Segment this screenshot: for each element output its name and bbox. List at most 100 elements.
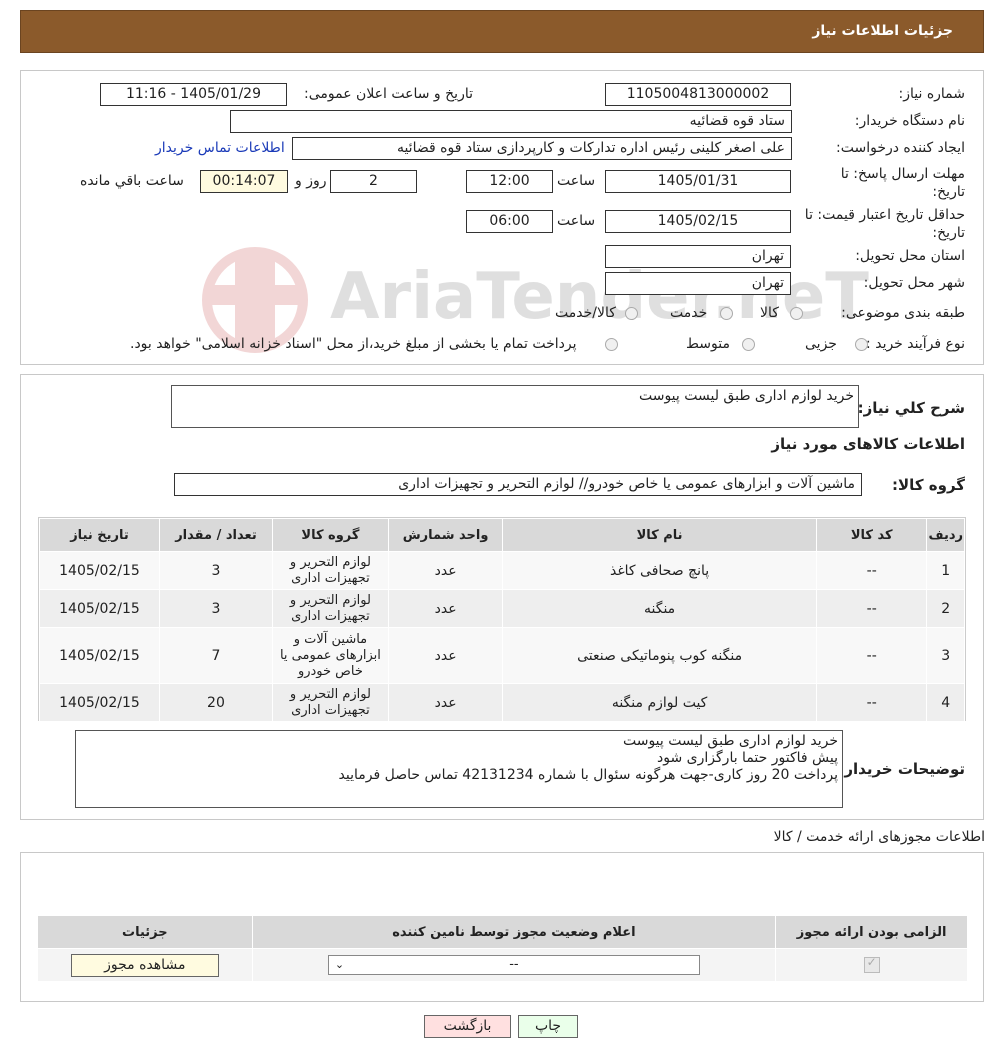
table-row: 1 -- پانچ صحافی کاغذ عدد لوازم التحریر و… bbox=[39, 551, 965, 590]
col-name: نام کالا bbox=[502, 518, 817, 552]
deadline-time-label: ساعت bbox=[557, 173, 596, 189]
cell-unit: عدد bbox=[387, 551, 504, 590]
deadline-label: مهلت ارسال پاسخ: تا تاریخ: bbox=[840, 166, 965, 200]
cell-unit: عدد bbox=[387, 683, 504, 722]
licenses-table: الزامی بودن ارائه مجوز اعلام وضعیت مجوز … bbox=[37, 915, 968, 982]
category-option-both: کالا/خدمت bbox=[555, 305, 616, 321]
licenses-title: اطلاعات مجوزهای ارائه خدمت / کالا bbox=[773, 829, 985, 845]
cell-row: 3 bbox=[926, 627, 965, 684]
category-radio-both[interactable] bbox=[625, 307, 638, 320]
cell-unit: عدد bbox=[387, 627, 504, 684]
buyer-org-field: ستاد قوه قضائیه bbox=[230, 110, 792, 133]
required-checkbox[interactable]: ✓ bbox=[863, 955, 880, 973]
chevron-down-icon: ⌄ bbox=[334, 958, 345, 971]
category-option-service: خدمت bbox=[670, 305, 708, 321]
validity-date-field: 1405/02/15 bbox=[605, 210, 791, 233]
buyer-notes-textarea[interactable]: خرید لوازم اداری طبق لیست پیوست پیش فاکت… bbox=[75, 730, 843, 808]
announce-label: تاریخ و ساعت اعلان عمومی: bbox=[304, 86, 473, 102]
buyer-notes-line: خرید لوازم اداری طبق لیست پیوست bbox=[622, 733, 838, 749]
cell-name: منگنه bbox=[502, 589, 817, 628]
col-row: ردیف bbox=[926, 518, 965, 552]
validity-time-label: ساعت bbox=[557, 213, 596, 229]
back-button[interactable]: بازگشت bbox=[424, 1015, 511, 1038]
cell-date: 1405/02/15 bbox=[39, 627, 160, 684]
cell-group: لوازم التحریر و تجهیزات اداری bbox=[271, 589, 389, 628]
cell-qty: 3 bbox=[159, 551, 273, 590]
table-row: 4 -- کیت لوازم منگنه عدد لوازم التحریر و… bbox=[39, 683, 965, 722]
process-radio-treasury[interactable] bbox=[605, 338, 618, 351]
col-unit: واحد شمارش bbox=[387, 518, 504, 552]
licenses-table-container: الزامی بودن ارائه مجوز اعلام وضعیت مجوز … bbox=[37, 915, 968, 982]
col-required: الزامی بودن ارائه مجوز bbox=[775, 915, 968, 949]
category-radio-service[interactable] bbox=[720, 307, 733, 320]
buyer-notes-line: پیش فاکتور حتما بارگزاری شود bbox=[657, 750, 838, 766]
cell-name: کیت لوازم منگنه bbox=[502, 683, 817, 722]
goods-info-title: اطلاعات کالاهای مورد نیاز bbox=[771, 435, 965, 453]
category-radio-goods[interactable] bbox=[790, 307, 803, 320]
buyer-contact-link[interactable]: اطلاعات تماس خریدار bbox=[155, 140, 285, 156]
province-label: استان محل تحویل: bbox=[855, 248, 965, 264]
print-button[interactable]: چاپ bbox=[518, 1015, 578, 1038]
col-date: تاریخ نیاز bbox=[39, 518, 160, 552]
buyer-notes-line: پرداخت 20 روز کاری-جهت هرگونه سئوال با ش… bbox=[338, 767, 838, 783]
cell-code: -- bbox=[815, 589, 928, 628]
cell-name: منگنه کوب پنوماتیکی صنعتی bbox=[502, 627, 817, 684]
announce-field: 1405/01/29 - 11:16 bbox=[100, 83, 287, 106]
license-status-value: -- bbox=[509, 957, 519, 972]
process-label: نوع فرآیند خرید : bbox=[866, 336, 965, 352]
process-radio-medium[interactable] bbox=[742, 338, 755, 351]
summary-textarea[interactable]: خرید لوازم اداری طبق لیست پیوست bbox=[171, 385, 859, 428]
summary-label: شرح کلي نياز: bbox=[857, 399, 965, 417]
col-group: گروه کالا bbox=[271, 518, 389, 552]
cell-qty: 20 bbox=[159, 683, 273, 722]
days-field: 2 bbox=[330, 170, 417, 193]
category-option-goods: کالا bbox=[760, 305, 779, 321]
category-label: طبقه بندی موضوعی: bbox=[841, 305, 965, 321]
buyer-org-label: نام دستگاه خریدار: bbox=[854, 113, 965, 129]
need-number-field: 1105004813000002 bbox=[605, 83, 791, 106]
deadline-time-field: 12:00 bbox=[466, 170, 553, 193]
table-row: 2 -- منگنه عدد لوازم التحریر و تجهیزات ا… bbox=[39, 589, 965, 628]
cell-name: پانچ صحافی کاغذ bbox=[502, 551, 817, 590]
license-status-select[interactable]: -- ⌄ bbox=[327, 955, 700, 975]
city-field: تهران bbox=[605, 272, 791, 295]
validity-label: حداقل تاریخ اعتبار قیمت: تا تاریخ: bbox=[804, 207, 965, 241]
process-radio-small[interactable] bbox=[855, 338, 868, 351]
buyer-notes-label: توضیحات خریدار: bbox=[838, 760, 965, 778]
page-title: جزئیات اطلاعات نیاز bbox=[812, 23, 953, 39]
items-table-container: ردیف کد کالا نام کالا واحد شمارش گروه کا… bbox=[38, 517, 966, 722]
cell-group: ماشین آلات و ابزارهای عمومی یا خاص خودرو bbox=[271, 627, 389, 684]
items-table-header: ردیف کد کالا نام کالا واحد شمارش گروه کا… bbox=[39, 518, 965, 552]
deadline-date-field: 1405/01/31 bbox=[605, 170, 791, 193]
process-option-small: جزیی bbox=[805, 336, 837, 352]
remaining-label: ساعت باقي مانده bbox=[80, 173, 184, 189]
province-field: تهران bbox=[605, 245, 791, 268]
col-status: اعلام وضعیت مجوز توسط نامین کننده bbox=[251, 915, 777, 949]
process-option-medium: متوسط bbox=[686, 336, 730, 352]
days-label: روز و bbox=[295, 173, 327, 189]
table-row: ✓ -- ⌄ مشاهده مجوز bbox=[37, 948, 968, 982]
cell-code: -- bbox=[815, 683, 928, 722]
goods-group-field: ماشین آلات و ابزارهای عمومی یا خاص خودرو… bbox=[174, 473, 862, 496]
cell-code: -- bbox=[815, 627, 928, 684]
remaining-time-field: 00:14:07 bbox=[200, 170, 288, 193]
cell-qty: 7 bbox=[159, 627, 273, 684]
col-code: کد کالا bbox=[815, 518, 928, 552]
cell-row: 4 bbox=[926, 683, 965, 722]
validity-time-field: 06:00 bbox=[466, 210, 553, 233]
cell-group: لوازم التحریر و تجهیزات اداری bbox=[271, 683, 389, 722]
need-number-label: شماره نیاز: bbox=[898, 86, 966, 102]
cell-row: 1 bbox=[926, 551, 965, 590]
col-details: جزئیات bbox=[37, 915, 253, 949]
items-table: ردیف کد کالا نام کالا واحد شمارش گروه کا… bbox=[39, 518, 965, 722]
creator-field: علی اصغر کلینی رئیس اداره تدارکات و کارپ… bbox=[292, 137, 792, 160]
cell-row: 2 bbox=[926, 589, 965, 628]
cell-unit: عدد bbox=[387, 589, 504, 628]
view-license-button[interactable]: مشاهده مجوز bbox=[70, 953, 219, 977]
creator-label: ایجاد کننده درخواست: bbox=[836, 140, 965, 156]
page-header: جزئیات اطلاعات نیاز bbox=[20, 10, 984, 53]
goods-group-label: گروه کالا: bbox=[892, 476, 965, 494]
table-row: 3 -- منگنه کوب پنوماتیکی صنعتی عدد ماشین… bbox=[39, 627, 965, 684]
check-icon: ✓ bbox=[866, 955, 877, 969]
cell-date: 1405/02/15 bbox=[39, 589, 160, 628]
